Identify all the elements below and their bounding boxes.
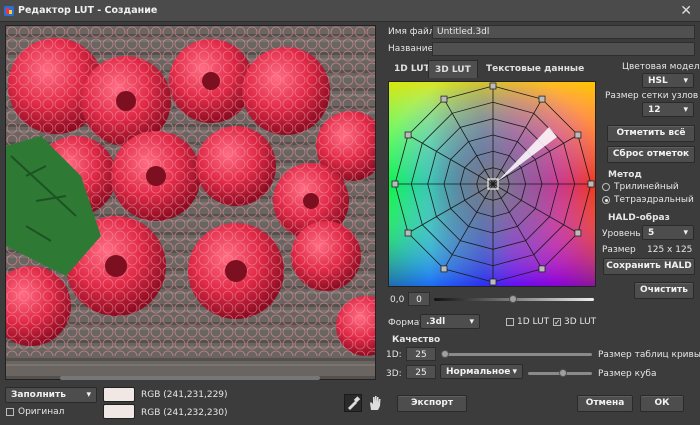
clear-button[interactable]: Очистить [634,282,694,299]
quality-3d-label: 3D: [386,369,402,379]
cancel-button[interactable]: Отмена [577,395,633,412]
grid-node [587,180,595,188]
eyedropper-icon[interactable] [344,394,362,412]
fill-label: Заполнить [11,390,66,400]
hue-wheel[interactable] [389,82,596,287]
grid-size-dropdown[interactable]: 12 ▾ [642,102,694,117]
grid-node [440,95,448,103]
lut-cube-view[interactable] [388,81,596,287]
method-trilinear-label: Трилинейный [614,182,679,192]
quality-3d-knob[interactable] [559,369,567,377]
grid-node [391,180,399,188]
chevron-down-icon: ▾ [512,367,517,377]
hald-size-label: Размер [602,245,636,255]
hald-label: HALD-образ [608,213,670,223]
value-slider-knob[interactable] [509,295,517,303]
hald-size-value: 125 x 125 [647,245,693,255]
chevron-down-icon: ▾ [683,105,688,115]
ok-button[interactable]: ОК [640,395,684,412]
grid-node [440,265,448,273]
method-tetrahedral-radio[interactable] [602,196,610,204]
grid-node [574,131,582,139]
format-dropdown[interactable]: .3dl ▾ [420,314,480,329]
save-hald-button[interactable]: Сохранить HALD [603,258,695,275]
color-model-value: HSL [648,76,668,86]
export-button[interactable]: Экспорт [397,395,467,412]
tab-text-data[interactable]: Текстовые данные [480,60,590,78]
title-bar: Редактор LUT - Создание ✕ [0,0,700,22]
quality-1d-label: 1D: [386,350,402,360]
reset-marks-button[interactable]: Сброс отметок [607,146,695,163]
title-input[interactable] [432,42,695,56]
hald-level-value: 5 [648,228,655,238]
method-trilinear-radio[interactable] [602,183,610,191]
grid-node [538,265,546,273]
hald-level-dropdown[interactable]: 5 ▾ [642,225,694,240]
original-checkbox[interactable] [6,408,14,416]
grid-node [489,82,497,90]
hald-level-label: Уровень [602,229,641,239]
grid-size-label: Размер сетки узлов [605,91,699,101]
hand-icon[interactable] [366,394,384,412]
lut3d-label: 3D LUT [564,317,597,327]
chevron-down-icon: ▾ [86,390,91,400]
grid-size-value: 12 [648,105,661,115]
tab-3d-lut[interactable]: 3D LUT [428,60,478,78]
preview-scrollbar[interactable] [60,376,320,380]
color-swatch-2-rgb: RGB (241,232,230) [141,408,228,418]
grid-node [404,229,412,237]
quality-3d-input[interactable]: 25 [406,365,436,379]
quality-mode-value: Нормальное [446,367,511,377]
mark-all-button[interactable]: Отметить всё [607,125,695,142]
color-swatch-1-rgb: RGB (241,231,229) [141,390,228,400]
value-input[interactable]: 0 [408,292,430,306]
chevron-down-icon: ▾ [683,228,688,238]
original-label: Оригинал [18,407,65,417]
lut1d-label: 1D LUT [517,317,550,327]
chevron-down-icon: ▾ [469,317,474,327]
window-title: Редактор LUT - Создание [18,5,158,16]
chevron-down-icon: ▾ [683,76,688,86]
raspberries-photo [6,26,375,379]
lut1d-checkbox[interactable] [506,318,514,326]
format-value: .3dl [426,317,446,327]
color-swatch-2[interactable] [103,404,135,419]
quality-label: Качество [392,335,441,345]
color-model-dropdown[interactable]: HSL ▾ [642,73,694,88]
method-tetrahedral-label: Тетраэдральный [614,195,694,205]
fill-dropdown[interactable]: Заполнить ▾ [5,387,97,403]
close-icon[interactable]: ✕ [680,3,692,19]
quality-1d-caption: Размер таблиц кривых [598,350,700,360]
color-swatch-1[interactable] [103,387,135,402]
grid-node [538,95,546,103]
color-model-label: Цветовая модель [622,62,700,72]
image-preview[interactable] [5,25,376,380]
value-label: 0,0 [390,295,405,305]
quality-mode-dropdown[interactable]: Нормальное ▾ [440,364,523,379]
app-icon [4,6,14,16]
grid-node [489,278,497,286]
quality-1d-knob[interactable] [441,350,449,358]
grid-node [404,131,412,139]
method-label: Метод [608,170,642,180]
quality-1d-input[interactable]: 25 [406,347,436,361]
lut3d-checkbox[interactable]: ✓ [553,318,561,327]
filename-input[interactable]: Untitled.3dl [432,25,695,39]
quality-1d-slider[interactable] [442,353,592,356]
title-label: Название [388,44,434,54]
grid-node [574,229,582,237]
quality-3d-caption: Размер куба [598,369,657,379]
